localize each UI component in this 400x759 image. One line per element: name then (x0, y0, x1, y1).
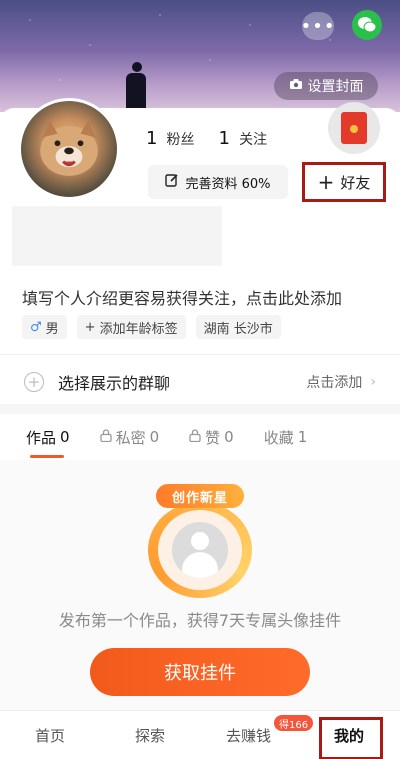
red-envelope-icon[interactable] (328, 102, 380, 154)
add-age-label: 添加年龄标签 (99, 321, 178, 337)
wechat-icon[interactable] (352, 10, 382, 40)
nav-explore[interactable]: 探索 (135, 725, 165, 746)
tab-favorites-count: 1 (297, 428, 308, 446)
add-circle-icon: + (24, 372, 44, 392)
tab-favorites[interactable]: 收藏 1 (264, 414, 308, 460)
gender-label: 男 (45, 321, 59, 337)
blurred-username (12, 206, 222, 266)
group-chat-action[interactable]: 点击添加 › (306, 372, 376, 392)
group-chat-label: 选择展示的群聊 (58, 374, 171, 393)
avatar-pendant-badge: 创作新星 (134, 482, 266, 600)
tab-favorites-label: 收藏 (263, 428, 294, 447)
add-friend-label: 好友 (340, 173, 371, 192)
chevron-right-icon: › (370, 374, 376, 390)
tab-likes-label: 赞 (205, 428, 221, 447)
tab-fade (350, 414, 400, 460)
followers-count: 1 (146, 128, 158, 149)
followers-label: 粉丝 (166, 132, 195, 148)
add-friend-button[interactable]: + 好友 (302, 162, 386, 202)
earn-badge: 得166 (274, 715, 314, 731)
set-cover-button[interactable]: 设置封面 (274, 72, 378, 100)
tab-likes[interactable]: 赞 0 (189, 414, 234, 460)
following-count: 1 (218, 128, 230, 149)
profile-stats: 1 粉丝 1 关注 (146, 128, 267, 149)
camera-icon (289, 78, 303, 94)
silhouette-figure (126, 62, 148, 112)
content-tabs: 作品 0 私密 0 赞 0 收藏 1 (0, 414, 400, 460)
promo-text: 发布第一个作品，获得7天专属头像挂件 (58, 611, 342, 630)
gender-tag[interactable]: ♂ 男 (22, 315, 67, 339)
add-age-tag[interactable]: + 添加年龄标签 (76, 315, 186, 339)
group-chat-action-label: 点击添加 (306, 375, 363, 391)
nav-earn[interactable]: 去赚钱 (226, 725, 271, 746)
lock-icon (189, 428, 201, 446)
group-chat-row[interactable]: + 选择展示的群聊 点击添加 › (0, 362, 400, 402)
bottom-nav: 首页 探索 去赚钱 得166 我的 (0, 710, 400, 759)
divider (0, 354, 400, 355)
complete-profile-label: 完善资料 60% (185, 176, 271, 192)
complete-profile-button[interactable]: 完善资料 60% (148, 165, 288, 199)
tab-works-label: 作品 (26, 428, 57, 447)
nav-home[interactable]: 首页 (35, 725, 65, 746)
followers-stat[interactable]: 1 粉丝 (146, 128, 195, 149)
tab-private-label: 私密 (115, 428, 146, 447)
location-label: 湖南 长沙市 (203, 321, 273, 337)
following-stat[interactable]: 1 关注 (219, 128, 268, 149)
section-gap (0, 404, 400, 414)
tab-private-count: 0 (149, 428, 160, 446)
tab-likes-count: 0 (224, 428, 234, 446)
set-cover-label: 设置封面 (307, 79, 364, 95)
more-dots-icon[interactable]: ••• (301, 12, 334, 40)
tab-private[interactable]: 私密 0 (99, 414, 160, 460)
avatar[interactable] (18, 98, 120, 200)
badge-ribbon: 创作新星 (156, 484, 244, 508)
male-icon: ♂ (30, 319, 42, 335)
plus-icon: + (84, 319, 96, 335)
plus-icon: + (317, 170, 335, 194)
bio-prompt[interactable]: 填写个人介绍更容易获得关注，点击此处添加 (22, 285, 342, 309)
highlight-box (319, 717, 383, 759)
edit-icon (165, 173, 179, 191)
tab-works-count: 0 (60, 428, 70, 446)
get-pendant-button[interactable]: 获取挂件 (90, 648, 310, 696)
tab-works[interactable]: 作品 0 (26, 414, 70, 460)
location-tag[interactable]: 湖南 长沙市 (195, 315, 281, 339)
following-label: 关注 (239, 132, 268, 148)
profile-tags: ♂ 男 + 添加年龄标签 湖南 长沙市 (22, 315, 281, 339)
lock-icon (99, 428, 112, 446)
placeholder-avatar-icon (172, 522, 228, 578)
